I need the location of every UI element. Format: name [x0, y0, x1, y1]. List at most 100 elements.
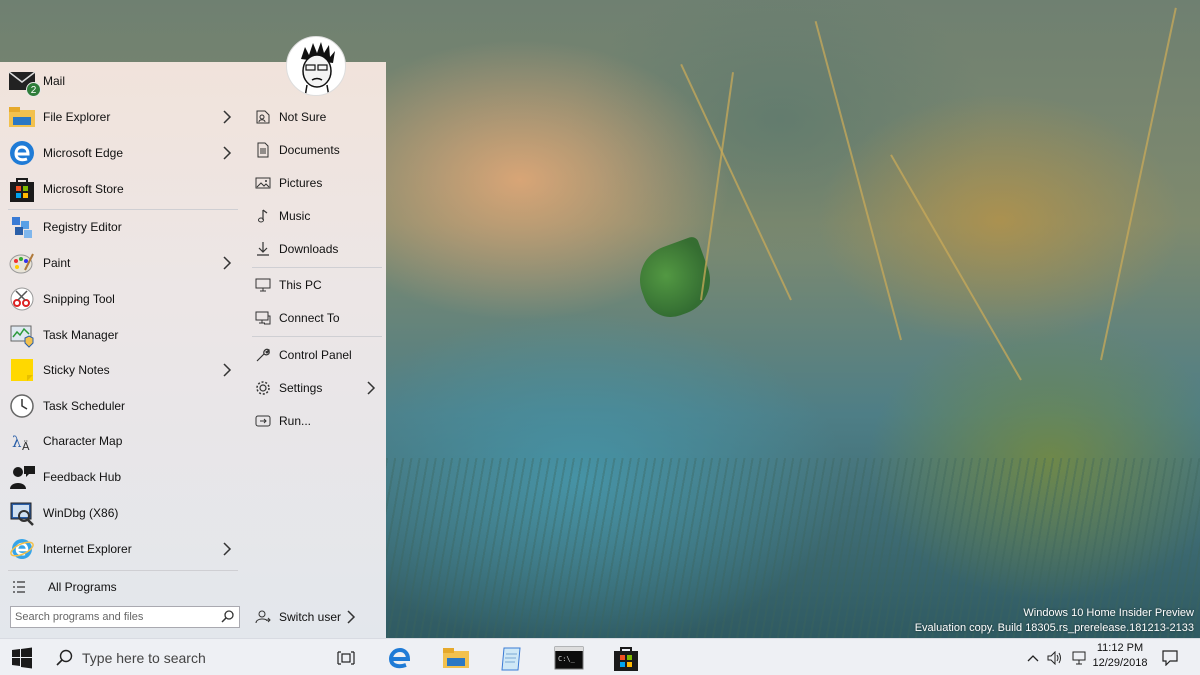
start-button[interactable] — [0, 639, 44, 675]
start-menu-places-column: Not Sure Documents Pictures Music Downlo — [244, 62, 386, 638]
network-button[interactable] — [1068, 639, 1090, 675]
place-item-settings[interactable]: Settings — [250, 373, 386, 403]
app-item-task-manager[interactable]: Task Manager — [0, 318, 244, 352]
chevron-right-icon[interactable] — [222, 110, 232, 124]
app-item-paint[interactable]: Paint — [0, 246, 244, 280]
all-programs-button[interactable]: All Programs — [0, 574, 244, 600]
place-item-music[interactable]: Music — [250, 201, 386, 231]
chevron-right-icon[interactable] — [222, 146, 232, 160]
app-item-registry-editor[interactable]: Registry Editor — [0, 210, 244, 244]
svg-text:Ä: Ä — [22, 440, 30, 453]
file-explorer-icon — [443, 647, 469, 668]
place-item-run[interactable]: Run... — [250, 406, 386, 436]
app-label: Microsoft Store — [43, 182, 124, 196]
user-avatar[interactable] — [286, 36, 346, 96]
app-item-windbg[interactable]: WinDbg (X86) — [0, 496, 244, 530]
app-item-microsoft-store[interactable]: Microsoft Store — [0, 172, 244, 206]
app-item-internet-explorer[interactable]: Internet Explorer — [0, 532, 244, 566]
wallpaper-stalk — [814, 20, 902, 341]
app-label: Character Map — [43, 434, 123, 448]
place-label: Not Sure — [279, 110, 327, 124]
evaluation-watermark: Windows 10 Home Insider Preview Evaluati… — [915, 606, 1194, 636]
place-item-connect-to[interactable]: Connect To — [250, 303, 386, 333]
taskbar-store-button[interactable] — [604, 639, 648, 675]
start-search-input[interactable] — [15, 609, 215, 625]
chevron-right-icon[interactable] — [366, 381, 376, 395]
taskbar-edge-button[interactable] — [378, 639, 422, 675]
app-item-microsoft-edge[interactable]: Microsoft Edge — [0, 136, 244, 170]
start-search-box[interactable] — [10, 606, 240, 628]
svg-text:C:\_: C:\_ — [558, 655, 576, 663]
place-item-downloads[interactable]: Downloads — [250, 234, 386, 264]
app-item-task-scheduler[interactable]: Task Scheduler — [0, 389, 244, 423]
app-item-mail[interactable]: 2 Mail — [0, 64, 244, 98]
show-hidden-icons-button[interactable] — [1024, 639, 1042, 675]
mail-badge: 2 — [26, 82, 41, 97]
store-icon — [614, 646, 638, 671]
chevron-right-icon[interactable] — [222, 256, 232, 270]
place-item-documents[interactable]: Documents — [250, 135, 386, 165]
place-label: Downloads — [279, 242, 339, 256]
switch-user-label: Switch user — [279, 610, 342, 624]
downloads-icon — [254, 240, 272, 258]
internet-explorer-icon — [8, 535, 36, 563]
start-menu-apps-column: 2 Mail File Explorer Microsoft Edge Micr… — [0, 62, 244, 638]
app-item-feedback-hub[interactable]: Feedback Hub — [0, 460, 244, 494]
taskbar-notepad-button[interactable] — [490, 639, 534, 675]
volume-icon — [1047, 650, 1061, 665]
clock-time: 11:12 PM — [1096, 642, 1144, 654]
this-pc-icon — [254, 276, 272, 294]
windbg-icon — [8, 499, 36, 527]
place-item-control-panel[interactable]: Control Panel — [250, 340, 386, 370]
chevron-right-icon[interactable] — [222, 542, 232, 556]
notepad-icon — [501, 647, 521, 670]
place-label: This PC — [279, 278, 322, 292]
chevron-right-icon[interactable] — [346, 610, 356, 624]
switch-user-icon — [254, 608, 272, 626]
chevron-right-icon[interactable] — [222, 363, 232, 377]
watermark-line-1: Windows 10 Home Insider Preview — [1023, 607, 1194, 619]
taskbar-file-explorer-button[interactable] — [434, 639, 478, 675]
app-item-sticky-notes[interactable]: Sticky Notes — [0, 353, 244, 387]
app-label: Task Scheduler — [43, 399, 126, 413]
place-label: Pictures — [279, 176, 323, 190]
connect-to-icon — [254, 309, 272, 327]
task-view-button[interactable] — [326, 639, 366, 675]
app-label: Feedback Hub — [43, 470, 122, 484]
app-item-file-explorer[interactable]: File Explorer — [0, 100, 244, 134]
task-scheduler-icon — [8, 392, 36, 420]
taskbar-command-prompt-button[interactable]: C:\_ — [546, 639, 592, 675]
wallpaper-stalk — [1100, 7, 1177, 361]
app-label: Paint — [43, 256, 71, 270]
wallpaper-stalk — [700, 72, 735, 301]
snipping-tool-icon — [8, 285, 36, 313]
gear-icon — [254, 379, 272, 397]
start-menu: 2 Mail File Explorer Microsoft Edge Micr… — [0, 62, 386, 638]
app-item-character-map[interactable]: λÄ Character Map — [0, 424, 244, 458]
taskbar-search-box[interactable]: Type here to search — [44, 639, 324, 675]
app-label: Sticky Notes — [43, 363, 110, 377]
sticky-notes-icon — [8, 356, 36, 384]
volume-button[interactable] — [1044, 639, 1066, 675]
place-item-this-pc[interactable]: This PC — [250, 270, 386, 300]
task-manager-icon — [8, 321, 36, 349]
clock-date: 12/29/2018 — [1092, 657, 1148, 669]
svg-text:λ: λ — [12, 433, 22, 451]
place-item-not-sure[interactable]: Not Sure — [250, 102, 386, 132]
command-prompt-icon: C:\_ — [554, 646, 584, 669]
action-center-button[interactable] — [1156, 639, 1184, 675]
taskbar: Type here to search C:\_ 11:12 PM 12/29/… — [0, 638, 1200, 675]
app-label: Internet Explorer — [43, 542, 132, 556]
place-label: Documents — [279, 143, 340, 157]
system-clock[interactable]: 11:12 PM 12/29/2018 — [1088, 641, 1152, 671]
place-item-pictures[interactable]: Pictures — [250, 168, 386, 198]
list-icon — [13, 581, 25, 593]
app-label: Task Manager — [43, 328, 119, 342]
separator — [8, 570, 238, 571]
place-label: Run... — [279, 414, 312, 428]
pictures-icon — [254, 174, 272, 192]
app-item-snipping-tool[interactable]: Snipping Tool — [0, 282, 244, 316]
switch-user-button[interactable]: Switch user — [250, 602, 386, 632]
notification-icon — [1162, 649, 1178, 666]
search-icon[interactable] — [221, 610, 234, 623]
